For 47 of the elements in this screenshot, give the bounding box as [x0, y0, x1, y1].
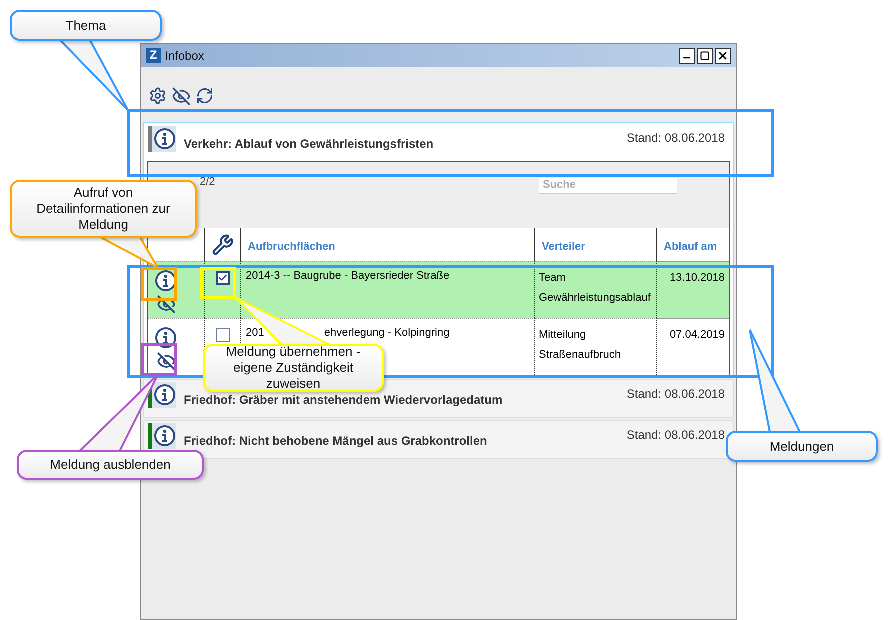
maximize-icon	[700, 50, 710, 60]
result-counter: 2/2	[200, 175, 216, 190]
theme-title[interactable]: Verkehr: Ablauf von Gewährleistungsfristen	[184, 135, 434, 153]
info-icon[interactable]	[154, 128, 176, 150]
hide-icon[interactable]	[156, 352, 176, 371]
callout: Aufruf von Detailinformationen zur Meldung	[10, 180, 197, 238]
info-icon[interactable]	[154, 384, 176, 406]
theme-date: Stand: 08.06.2018	[626, 130, 726, 147]
minimize-button[interactable]	[679, 48, 695, 64]
window-title: Infobox	[165, 48, 204, 64]
callout-pointer	[58, 39, 129, 111]
hide-icon[interactable]	[156, 295, 176, 314]
claim-checkbox[interactable]	[216, 271, 230, 285]
theme-title[interactable]: Friedhof: Nicht behobene Mängel aus Grabkontrollen	[184, 432, 488, 450]
theme-icon[interactable]	[148, 126, 176, 152]
callout: Thema	[10, 10, 162, 41]
theme-date: Stand: 08.06.2018	[626, 427, 726, 444]
table-cell-text: ehverlegung - Kolpingring	[324, 326, 450, 341]
table-cell-text: Straßenaufbruch	[539, 348, 622, 362]
theme-icon[interactable]	[148, 423, 176, 449]
table-cell-text: Team	[539, 271, 567, 286]
close-icon	[717, 50, 729, 62]
info-icon[interactable]	[154, 425, 176, 447]
column-header[interactable]: Ablauf am	[657, 228, 729, 261]
table-cell: 13.10.2018	[670, 272, 725, 284]
table-cell-text: 201	[246, 326, 264, 341]
search-field[interactable]: Suche	[539, 178, 677, 194]
table-cell-text: 2014-3 -- Baugrube - Bayersrieder Straße	[246, 269, 450, 284]
callout: Meldungen	[726, 431, 878, 462]
check-icon	[218, 273, 228, 283]
maximize-button[interactable]	[697, 48, 713, 64]
refresh-icon[interactable]	[196, 87, 214, 105]
table-cell-text: Gewährleistungsablauf	[539, 290, 652, 306]
theme-title[interactable]: Friedhof: Gräber mit anstehendem Wiedervorlagedatum	[184, 391, 503, 409]
theme-icon[interactable]	[148, 382, 176, 408]
table-cell: 07.04.2019	[670, 329, 725, 341]
theme-date: Stand: 08.06.2018	[626, 386, 726, 403]
info-icon[interactable]	[155, 270, 177, 292]
settings-icon[interactable]	[149, 87, 167, 105]
close-button[interactable]	[715, 48, 731, 64]
callout: Meldung ausblenden	[17, 450, 204, 480]
claim-checkbox[interactable]	[216, 328, 230, 342]
hide-icon[interactable]	[172, 87, 191, 106]
app-logo-icon: Z	[146, 48, 161, 63]
tools-icon	[212, 234, 234, 256]
table-cell-text: Mitteilung	[539, 328, 588, 343]
callout: Meldung übernehmen - eigene Zuständigkeit zuweisen	[203, 344, 384, 392]
